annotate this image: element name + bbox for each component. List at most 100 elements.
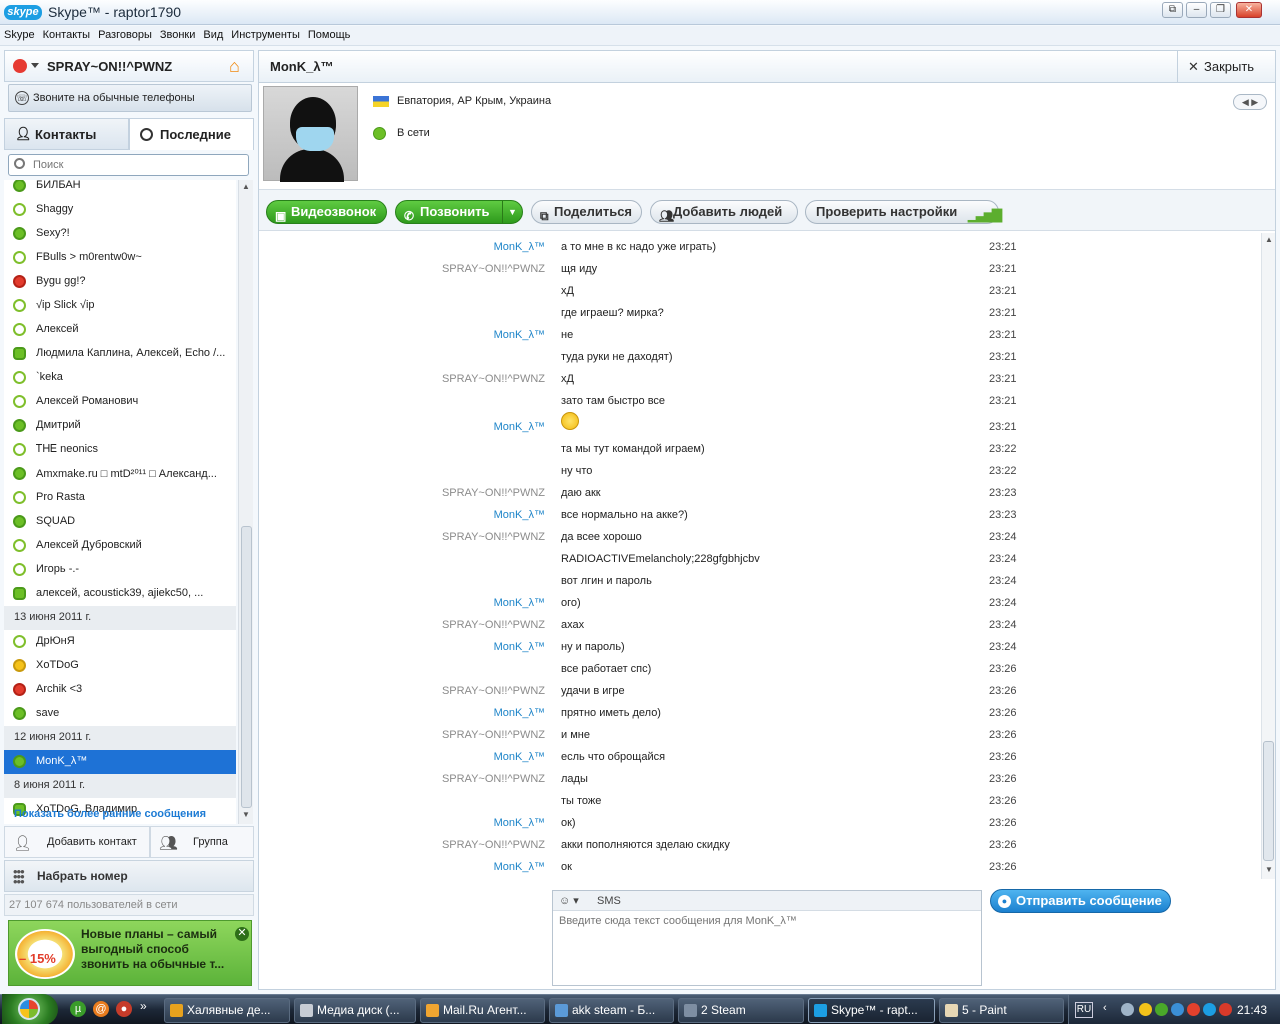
tab-recent[interactable]: Последние <box>129 118 254 150</box>
emoticon-icon[interactable]: ☺ ▾ <box>559 894 579 907</box>
message-author[interactable]: MonK_λ™ <box>494 509 545 521</box>
mail-icon[interactable]: @ <box>93 1001 109 1017</box>
taskbar-button[interactable]: 5 - Paint <box>939 998 1064 1023</box>
status-tray-icon[interactable] <box>1219 1003 1232 1016</box>
status-busy-icon[interactable] <box>13 59 27 73</box>
menu-conversations[interactable]: Разговоры <box>94 26 156 41</box>
contact-item[interactable]: `keka <box>4 366 236 390</box>
language-indicator[interactable]: RU <box>1075 1002 1093 1018</box>
message-author[interactable]: MonK_λ™ <box>494 861 545 873</box>
show-earlier-messages-link[interactable]: Показать более ранние сообщения <box>14 808 206 820</box>
share-button[interactable]: ⧉ Поделиться <box>531 200 642 224</box>
message-author[interactable]: SPRAY~ON!!^PWNZ <box>442 487 545 499</box>
promo-banner[interactable]: – 15% Новые планы – самый выгодный спосо… <box>8 920 252 986</box>
menu-calls[interactable]: Звонки <box>156 26 200 41</box>
torrent-tray-icon[interactable] <box>1155 1003 1168 1016</box>
extra-window-icon[interactable]: ⧉ <box>1162 2 1183 18</box>
scroll-up-icon[interactable]: ▲ <box>242 182 250 191</box>
tab-contacts[interactable]: 👤︎ Контакты <box>4 118 129 150</box>
close-icon[interactable]: ✕ <box>235 927 249 941</box>
send-message-button[interactable]: ● Отправить сообщение <box>990 889 1171 913</box>
start-button[interactable] <box>2 994 58 1024</box>
contact-item[interactable]: Sexy?! <box>4 222 236 246</box>
contact-item[interactable]: Алексей Дубровский <box>4 534 236 558</box>
message-author[interactable]: SPRAY~ON!!^PWNZ <box>442 729 545 741</box>
agent-tray-icon[interactable] <box>1187 1003 1200 1016</box>
contact-item[interactable]: save <box>4 702 236 726</box>
taskbar-button[interactable]: Skype™ - rapt... <box>808 998 935 1023</box>
contact-item[interactable]: Bygu gg!? <box>4 270 236 294</box>
torrent-icon[interactable]: µ <box>70 1001 86 1017</box>
video-call-button[interactable]: ▣ Видеозвонок <box>266 200 387 224</box>
call-button[interactable]: ✆ Позвонить ▼ <box>395 200 523 224</box>
menu-help[interactable]: Помощь <box>304 26 355 41</box>
sms-button[interactable]: SMS <box>597 895 621 907</box>
contact-item[interactable]: Игорь -.- <box>4 558 236 582</box>
menu-skype[interactable]: Skype <box>0 26 39 41</box>
scrollbar-thumb[interactable] <box>241 526 252 808</box>
contact-item[interactable]: Shaggy <box>4 198 236 222</box>
minimize-button[interactable]: – <box>1186 2 1207 18</box>
contact-item[interactable]: XoTDoG <box>4 654 236 678</box>
message-input[interactable] <box>559 915 975 979</box>
message-author[interactable]: MonK_λ™ <box>494 707 545 719</box>
contact-item[interactable]: √ip Slick √ip <box>4 294 236 318</box>
contact-item[interactable]: Pro Rasta <box>4 486 236 510</box>
search-input[interactable] <box>33 157 243 173</box>
message-author[interactable]: MonK_λ™ <box>494 751 545 763</box>
message-author[interactable]: MonK_λ™ <box>494 421 545 433</box>
message-author[interactable]: MonK_λ™ <box>494 817 545 829</box>
message-author[interactable]: MonK_λ™ <box>494 597 545 609</box>
message-scrollbar[interactable]: ▲ ▼ <box>1261 233 1275 879</box>
taskbar-button[interactable]: Mail.Ru Агент... <box>420 998 545 1023</box>
network-tray-icon[interactable] <box>1139 1003 1152 1016</box>
contact-item[interactable]: Amxmake.ru □ mtD²⁰¹¹ □ Александ... <box>4 462 236 486</box>
profile-name[interactable]: SPRAY~ON!!^PWNZ <box>47 59 172 74</box>
scroll-down-icon[interactable]: ▼ <box>1265 865 1273 874</box>
contact-item[interactable]: Людмила Каплина, Алексей, Echo /... <box>4 342 236 366</box>
message-author[interactable]: SPRAY~ON!!^PWNZ <box>442 619 545 631</box>
menu-view[interactable]: Вид <box>199 26 227 41</box>
menu-tools[interactable]: Инструменты <box>227 26 304 41</box>
steam-tray-icon[interactable] <box>1121 1003 1134 1016</box>
contact-item[interactable]: SQUAD <box>4 510 236 534</box>
message-author[interactable]: SPRAY~ON!!^PWNZ <box>442 839 545 851</box>
message-author[interactable]: SPRAY~ON!!^PWNZ <box>442 773 545 785</box>
avatar[interactable] <box>263 86 358 182</box>
promo-text[interactable]: Новые планы – самый выгодный способ звон… <box>81 927 231 972</box>
dial-number-button[interactable]: ••• ••• ••• Набрать номер <box>4 860 254 892</box>
contact-item[interactable]: MonK_λ™ <box>4 750 236 774</box>
contact-item[interactable]: ᎢᎻᎬ neonics <box>4 438 236 462</box>
contact-item[interactable]: Алексей <box>4 318 236 342</box>
add-contact-button[interactable]: 👤︎ Добавить контакт <box>4 826 150 858</box>
taskbar-button[interactable]: 2 Steam <box>678 998 804 1023</box>
search-box[interactable] <box>8 154 249 176</box>
add-people-button[interactable]: 👥︎ Добавить людей <box>650 200 798 224</box>
contact-item[interactable]: БИЛБАН <box>4 180 236 198</box>
maximize-button[interactable]: ❐ <box>1210 2 1231 18</box>
close-conversation-button[interactable]: ✕ Закрыть <box>1177 51 1275 82</box>
scroll-down-icon[interactable]: ▼ <box>242 810 250 819</box>
contact-item[interactable]: Алексей Романович <box>4 390 236 414</box>
check-settings-button[interactable]: Проверить настройки ▁▃▅▇ <box>805 200 1002 224</box>
message-author[interactable]: SPRAY~ON!!^PWNZ <box>442 685 545 697</box>
taskbar-button[interactable]: akk steam - Б... <box>549 998 674 1023</box>
contact-item[interactable]: алексей, acoustick39, ajiekc50, ... <box>4 582 236 606</box>
contact-item[interactable]: Дмитрий <box>4 414 236 438</box>
close-window-button[interactable]: ✕ <box>1236 2 1262 18</box>
monitor-tray-icon[interactable] <box>1171 1003 1184 1016</box>
browser-icon[interactable]: ● <box>116 1001 132 1017</box>
taskbar-button[interactable]: Медиа диск (... <box>294 998 416 1023</box>
profile-bar[interactable]: SPRAY~ON!!^PWNZ ⌂ <box>4 50 254 82</box>
contact-item[interactable]: ДрЮнЯ <box>4 630 236 654</box>
menu-contacts[interactable]: Контакты <box>39 26 95 41</box>
contact-item[interactable]: FBulls > m0rentw0w~ <box>4 246 236 270</box>
skype-tray-icon[interactable] <box>1203 1003 1216 1016</box>
contact-item[interactable]: Archik <3 <box>4 678 236 702</box>
chevron-down-icon[interactable] <box>31 63 39 68</box>
message-author[interactable]: MonK_λ™ <box>494 641 545 653</box>
info-nav-arrows[interactable]: ◀ ▶ <box>1233 94 1267 110</box>
message-author[interactable]: SPRAY~ON!!^PWNZ <box>442 531 545 543</box>
message-author[interactable]: SPRAY~ON!!^PWNZ <box>442 373 545 385</box>
taskbar-button[interactable]: Халявные де... <box>164 998 290 1023</box>
